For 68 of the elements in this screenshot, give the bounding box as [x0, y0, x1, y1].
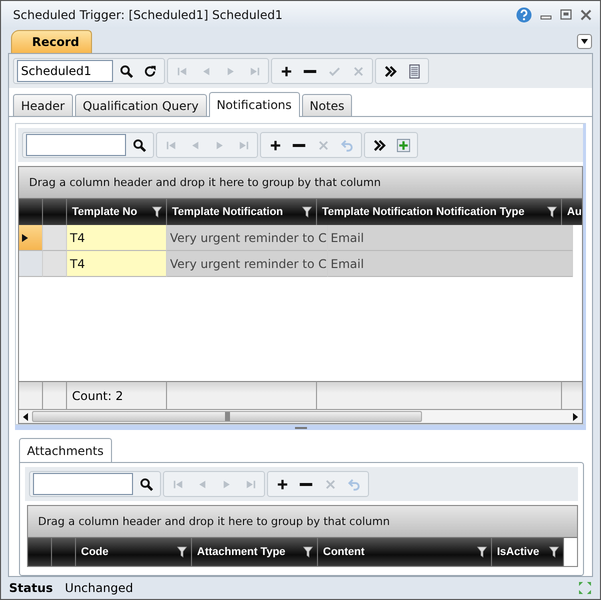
table-cell: Very urgent reminder to C	[167, 225, 328, 251]
status-label: Status	[9, 581, 53, 595]
filter-icon[interactable]	[152, 206, 162, 218]
search-icon	[138, 476, 154, 492]
add-row-icon	[396, 138, 410, 152]
minus-icon	[303, 70, 317, 72]
filter-icon[interactable]	[477, 546, 487, 558]
header-cell	[43, 199, 67, 225]
search-icon	[118, 64, 134, 78]
filter-icon[interactable]	[549, 546, 559, 558]
table-cell: T4	[67, 251, 167, 277]
table-cell: Email	[328, 251, 573, 277]
column-header[interactable]: IsActive	[492, 538, 564, 566]
help-icon[interactable]	[516, 7, 532, 23]
grip-icon	[224, 412, 230, 421]
current-row-icon	[22, 234, 28, 242]
maximize-icon[interactable]	[560, 9, 572, 21]
scroll-thumb[interactable]	[32, 411, 422, 422]
minus-icon	[299, 482, 313, 486]
row-indicator[interactable]	[19, 225, 43, 251]
filter-icon[interactable]	[177, 546, 187, 558]
header-cell	[19, 199, 43, 225]
group-hint: Drag a column header and drop it here to group by that column	[28, 506, 577, 538]
column-header[interactable]: Attachment Type	[192, 538, 318, 566]
filter-icon[interactable]	[547, 206, 557, 218]
scroll-left-icon[interactable]	[23, 412, 28, 420]
horizontal-scrollbar[interactable]	[19, 409, 582, 423]
row-count: Count: 2	[67, 381, 167, 409]
status-value: Unchanged	[64, 581, 134, 595]
refresh-icon	[142, 64, 158, 78]
table-cell: T4	[67, 225, 167, 251]
column-header[interactable]: Content	[318, 538, 492, 566]
undo-icon	[346, 476, 362, 492]
header-cell	[28, 538, 52, 566]
search-icon	[132, 138, 146, 152]
tab[interactable]: Notes	[302, 94, 352, 116]
tab[interactable]: Attachments	[19, 438, 112, 463]
footer-cell	[43, 381, 67, 409]
close-icon[interactable]	[580, 9, 592, 21]
undo-icon	[340, 138, 354, 152]
group-hint: Drag a column header and drop it here to group by that column	[19, 167, 582, 199]
column-header[interactable]: Template Notification Notification Type	[317, 199, 562, 225]
column-header[interactable]: Template No	[67, 199, 167, 225]
tab[interactable]: Qualification Query	[74, 94, 207, 116]
double-chevron-icon	[372, 138, 386, 152]
row-cell	[43, 251, 67, 277]
record-field[interactable]: Scheduled1	[17, 60, 113, 82]
scroll-right-icon[interactable]	[573, 412, 578, 420]
column-header[interactable]: Template Notification	[167, 199, 317, 225]
list-icon	[406, 64, 422, 78]
header-cell	[52, 538, 76, 566]
double-chevron-icon	[382, 64, 398, 78]
search-field[interactable]	[26, 134, 126, 156]
caret-icon	[581, 39, 588, 44]
dropdown-button[interactable]	[577, 34, 592, 49]
column-header[interactable]: Code	[76, 538, 192, 566]
row-cell	[43, 225, 67, 251]
table-cell: Very urgent reminder to C	[167, 251, 328, 277]
minus-icon	[292, 144, 306, 146]
record-tab[interactable]: Record	[11, 30, 92, 53]
tab[interactable]: Header	[13, 94, 73, 116]
table-cell: Email	[328, 225, 573, 251]
filter-icon[interactable]	[303, 546, 313, 558]
search-field[interactable]	[33, 473, 133, 495]
window-title: Scheduled Trigger: [Scheduled1] Scheduled1	[13, 8, 284, 22]
tab[interactable]: Notifications	[208, 92, 300, 117]
column-header[interactable]: Au	[562, 199, 582, 225]
filter-icon[interactable]	[302, 206, 312, 218]
